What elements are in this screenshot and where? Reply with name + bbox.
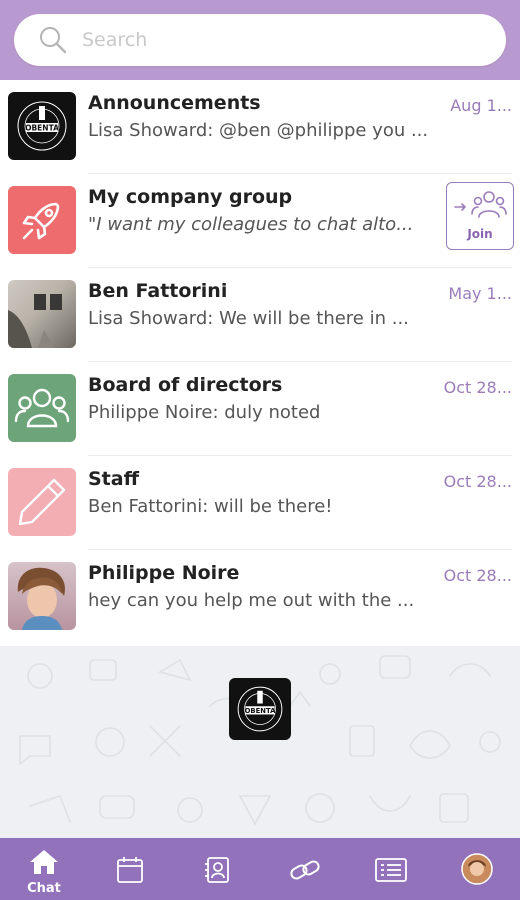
announcements-logo-avatar: OBENTA: [8, 92, 76, 160]
chat-row-my-company-group[interactable]: My company group "I want my colleagues t…: [0, 174, 520, 268]
chat-preview: Philippe Noire: duly noted: [88, 402, 321, 423]
profile-avatar: [461, 853, 493, 885]
chat-title: Ben Fattorini: [88, 280, 228, 302]
header: [0, 0, 520, 80]
chat-preview: Lisa Showard: @ben @philippe you ...: [88, 120, 429, 141]
tab-profile[interactable]: [446, 838, 506, 900]
join-button[interactable]: Join: [446, 182, 514, 250]
search-bar[interactable]: [14, 14, 506, 66]
chat-row-staff[interactable]: Staff Ben Fattorini: will be there! Oct …: [0, 456, 520, 550]
join-label: Join: [467, 227, 493, 241]
group-icon: [8, 374, 76, 442]
tab-calendar[interactable]: [100, 838, 160, 900]
chat-row-philippe-noire[interactable]: Philippe Noire hey can you help me out w…: [0, 550, 520, 644]
home-icon: [30, 850, 58, 874]
chat-title: Announcements: [88, 92, 261, 114]
chat-preview: hey can you help me out with the ...: [88, 590, 415, 611]
svg-text:OBENTA: OBENTA: [245, 707, 277, 715]
ben-fattorini-avatar: [8, 280, 76, 348]
chat-row-board-of-directors[interactable]: Board of directors Philippe Noire: duly …: [0, 362, 520, 456]
join-group-icon: [454, 191, 507, 218]
tab-chat[interactable]: Chat: [14, 838, 74, 900]
chat-row-ben-fattorini[interactable]: Ben Fattorini Lisa Showard: We will be t…: [0, 268, 520, 362]
chat-row-announcements[interactable]: OBENTA Announcements Lisa Showard: @ben …: [0, 80, 520, 174]
pencil-icon: [8, 468, 76, 536]
chat-date: May 1...: [448, 284, 512, 303]
chat-preview: "I want my colleagues to chat alto...: [88, 214, 414, 235]
chat-list: OBENTA Announcements Lisa Showard: @ben …: [0, 80, 520, 646]
chat-date: Oct 28...: [443, 472, 512, 491]
chat-date: Oct 28...: [443, 378, 512, 397]
tab-contacts[interactable]: [188, 838, 248, 900]
bottom-tab-bar: Chat: [0, 838, 520, 900]
chat-date: Oct 28...: [443, 566, 512, 585]
link-icon: [290, 860, 320, 880]
calendar-icon: [117, 857, 143, 883]
chat-title: My company group: [88, 186, 293, 208]
organization-logo: OBENTA: [229, 678, 291, 740]
chat-date: Aug 1...: [450, 96, 512, 115]
philippe-noire-avatar: [8, 562, 76, 630]
chat-preview: Ben Fattorini: will be there!: [88, 496, 333, 517]
svg-text:OBENTA: OBENTA: [25, 124, 59, 133]
chat-title: Board of directors: [88, 374, 283, 396]
search-input[interactable]: [82, 22, 482, 58]
doodle-pattern: [19, 655, 501, 826]
list-icon: [375, 858, 407, 882]
tab-links[interactable]: [274, 838, 334, 900]
tab-list[interactable]: [360, 838, 420, 900]
chat-title: Staff: [88, 468, 139, 490]
chat-title: Philippe Noire: [88, 562, 240, 584]
chat-wallpaper: OBENTA: [0, 646, 520, 838]
contacts-icon: [205, 857, 229, 883]
chat-preview: Lisa Showard: We will be there in ...: [88, 308, 409, 329]
tab-label: Chat: [27, 881, 61, 896]
rocket-icon: [8, 186, 76, 254]
search-icon: [40, 27, 67, 54]
